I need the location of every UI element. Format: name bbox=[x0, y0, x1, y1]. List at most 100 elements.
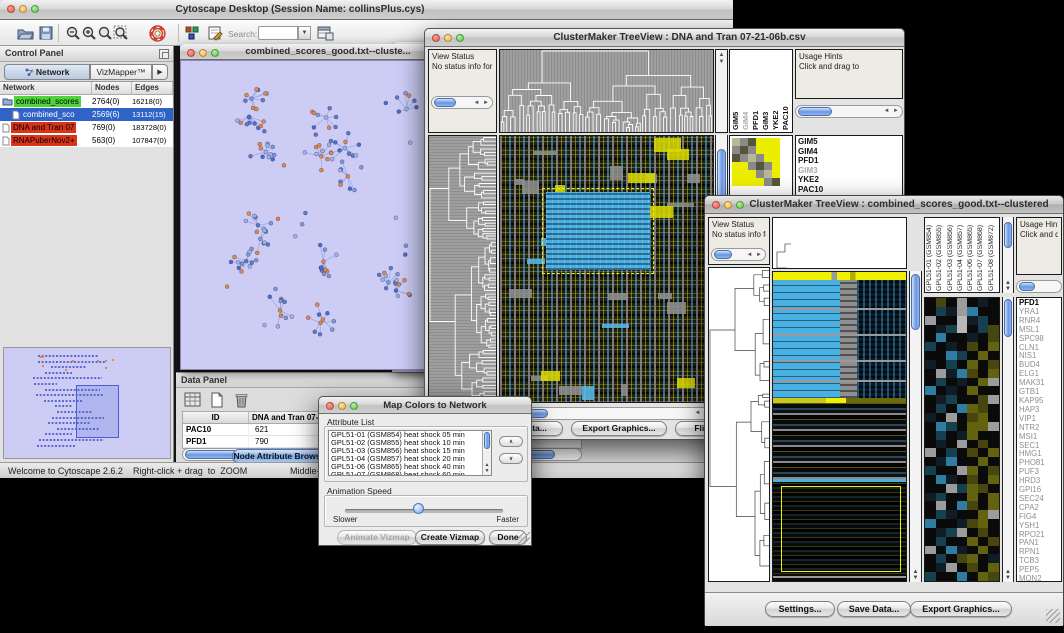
heatmap-cell[interactable] bbox=[957, 369, 968, 378]
heatmap-cell[interactable] bbox=[988, 528, 999, 537]
heatmap-cell[interactable] bbox=[988, 395, 999, 404]
heatmap-cell[interactable] bbox=[957, 440, 968, 449]
overview-selection-rect[interactable] bbox=[76, 385, 119, 438]
heatmap-cell[interactable] bbox=[957, 395, 968, 404]
export-graphics-button[interactable]: Export Graphics... bbox=[910, 601, 1012, 617]
heatmap-cell[interactable] bbox=[967, 369, 978, 378]
heatmap-cell[interactable] bbox=[988, 484, 999, 493]
heatmap-cell[interactable] bbox=[967, 519, 978, 528]
heatmap-cell[interactable] bbox=[936, 484, 947, 493]
heatmap-cell[interactable] bbox=[936, 342, 947, 351]
corr-cell[interactable] bbox=[732, 146, 740, 154]
heatmap-cell[interactable] bbox=[967, 404, 978, 413]
heatmap-cell[interactable] bbox=[957, 378, 968, 387]
network-tree-row[interactable]: combined_sco 2569(6) 13112(15) bbox=[0, 108, 173, 121]
zoom-button[interactable] bbox=[31, 5, 39, 13]
heatmap-cell[interactable] bbox=[978, 395, 989, 404]
heatmap-cell[interactable] bbox=[957, 572, 968, 581]
heatmap-cell[interactable] bbox=[978, 510, 989, 519]
heatmap-cell[interactable] bbox=[936, 493, 947, 502]
gene-row[interactable]: YKE2 bbox=[796, 175, 902, 185]
heatmap-cell[interactable] bbox=[925, 307, 936, 316]
heatmap-cell[interactable] bbox=[967, 351, 978, 360]
zoom-button[interactable] bbox=[736, 201, 744, 209]
heatmap-cell[interactable] bbox=[988, 404, 999, 413]
heatmap-cell[interactable] bbox=[936, 466, 947, 475]
heatmap-cell[interactable] bbox=[978, 572, 989, 581]
heatmap-cell[interactable] bbox=[978, 333, 989, 342]
heatmap-cell[interactable] bbox=[957, 528, 968, 537]
heatmap-cell[interactable] bbox=[936, 528, 947, 537]
heatmap-cell[interactable] bbox=[946, 537, 957, 546]
heatmap-cell[interactable] bbox=[946, 325, 957, 334]
corr-cell[interactable] bbox=[756, 178, 764, 186]
heatmap-cell[interactable] bbox=[957, 546, 968, 555]
heatmap-cell[interactable] bbox=[967, 440, 978, 449]
heatmap-cell[interactable] bbox=[967, 537, 978, 546]
column-edges[interactable]: Edges bbox=[132, 82, 173, 94]
plugin-manager-icon[interactable] bbox=[184, 24, 202, 42]
heatmap-cell[interactable] bbox=[978, 342, 989, 351]
heatmap-cell[interactable] bbox=[967, 298, 978, 307]
heatmap-cell[interactable] bbox=[978, 413, 989, 422]
treeview1-titlebar[interactable]: ClusterMaker TreeView : DNA and Tran 07-… bbox=[425, 29, 904, 47]
heatmap-cell[interactable] bbox=[967, 431, 978, 440]
usage-hints-hscrollbar[interactable] bbox=[1016, 280, 1062, 293]
heatmap-cell[interactable] bbox=[957, 484, 968, 493]
attribute-list[interactable]: GPL51-01 (GSM854) heat shock 05 minGPL51… bbox=[328, 430, 492, 476]
column-labels-panel[interactable]: GPL51-01 (GSM854)GPL51-02 (GSM855)GPL51-… bbox=[924, 217, 1000, 293]
heatmap-cell[interactable] bbox=[978, 360, 989, 369]
heatmap-cell[interactable] bbox=[967, 316, 978, 325]
heatmap-cell[interactable] bbox=[978, 546, 989, 555]
heatmap-cell[interactable] bbox=[978, 351, 989, 360]
network-tree-row[interactable]: DNA and Tran 07 769(0) 183728(0) bbox=[0, 121, 173, 134]
heatmap-cell[interactable] bbox=[925, 431, 936, 440]
heatmap-cell[interactable] bbox=[946, 510, 957, 519]
heatmap-cell[interactable] bbox=[925, 475, 936, 484]
heatmap-cell[interactable] bbox=[946, 333, 957, 342]
new-attribute-icon[interactable] bbox=[210, 392, 228, 410]
heatmap-cell[interactable] bbox=[978, 501, 989, 510]
heatmap-cell[interactable] bbox=[957, 457, 968, 466]
heatmap-cell[interactable] bbox=[936, 431, 947, 440]
heatmap-cell[interactable] bbox=[957, 501, 968, 510]
column-labels-vscrollbar[interactable]: ▲▼ bbox=[1002, 217, 1014, 293]
heatmap-cell[interactable] bbox=[936, 457, 947, 466]
close-button[interactable] bbox=[7, 5, 15, 13]
usage-hints-hscrollbar[interactable]: ◄ ► bbox=[795, 105, 903, 118]
heatmap-cell[interactable] bbox=[925, 325, 936, 334]
move-down-button[interactable]: ∨ bbox=[499, 453, 523, 464]
column-label[interactable]: GIM5 bbox=[731, 52, 741, 130]
corr-cell[interactable] bbox=[748, 138, 756, 146]
heatmap-cell[interactable] bbox=[946, 466, 957, 475]
search-input[interactable] bbox=[258, 26, 298, 40]
speed-slider-thumb[interactable] bbox=[413, 503, 424, 514]
corr-cell[interactable] bbox=[740, 178, 748, 186]
heatmap-cell[interactable] bbox=[978, 484, 989, 493]
column-label[interactable]: GPL51-06 (GSM865) bbox=[967, 219, 977, 291]
heatmap-cell[interactable] bbox=[988, 360, 999, 369]
heatmap-cell[interactable] bbox=[988, 475, 999, 484]
heatmap-cell[interactable] bbox=[978, 298, 989, 307]
heatmap-cell[interactable] bbox=[988, 413, 999, 422]
heatmap-cell[interactable] bbox=[925, 298, 936, 307]
heatmap-cell[interactable] bbox=[936, 413, 947, 422]
corr-cell[interactable] bbox=[772, 162, 780, 170]
column-label[interactable]: GPL51-02 (GSM855) bbox=[936, 219, 946, 291]
heatmap-cell[interactable] bbox=[988, 457, 999, 466]
network-tree-row[interactable]: RNAPuberNov2+ 563(0) 107847(0) bbox=[0, 134, 173, 147]
heatmap-cell[interactable] bbox=[978, 466, 989, 475]
heatmap-cell[interactable] bbox=[957, 554, 968, 563]
heatmap-cell[interactable] bbox=[988, 298, 999, 307]
heatmap-cell[interactable] bbox=[978, 378, 989, 387]
gene-row[interactable]: GIM5 bbox=[796, 137, 902, 147]
heatmap-cell[interactable] bbox=[946, 572, 957, 581]
heatmap-cell[interactable] bbox=[936, 537, 947, 546]
heatmap-cell[interactable] bbox=[957, 466, 968, 475]
heatmap-cell[interactable] bbox=[978, 386, 989, 395]
heatmap-cell[interactable] bbox=[978, 325, 989, 334]
heatmap-cell[interactable] bbox=[967, 413, 978, 422]
heatmap-cell[interactable] bbox=[946, 395, 957, 404]
heatmap-cell[interactable] bbox=[988, 546, 999, 555]
export-graphics-button[interactable]: Export Graphics... bbox=[571, 421, 667, 436]
